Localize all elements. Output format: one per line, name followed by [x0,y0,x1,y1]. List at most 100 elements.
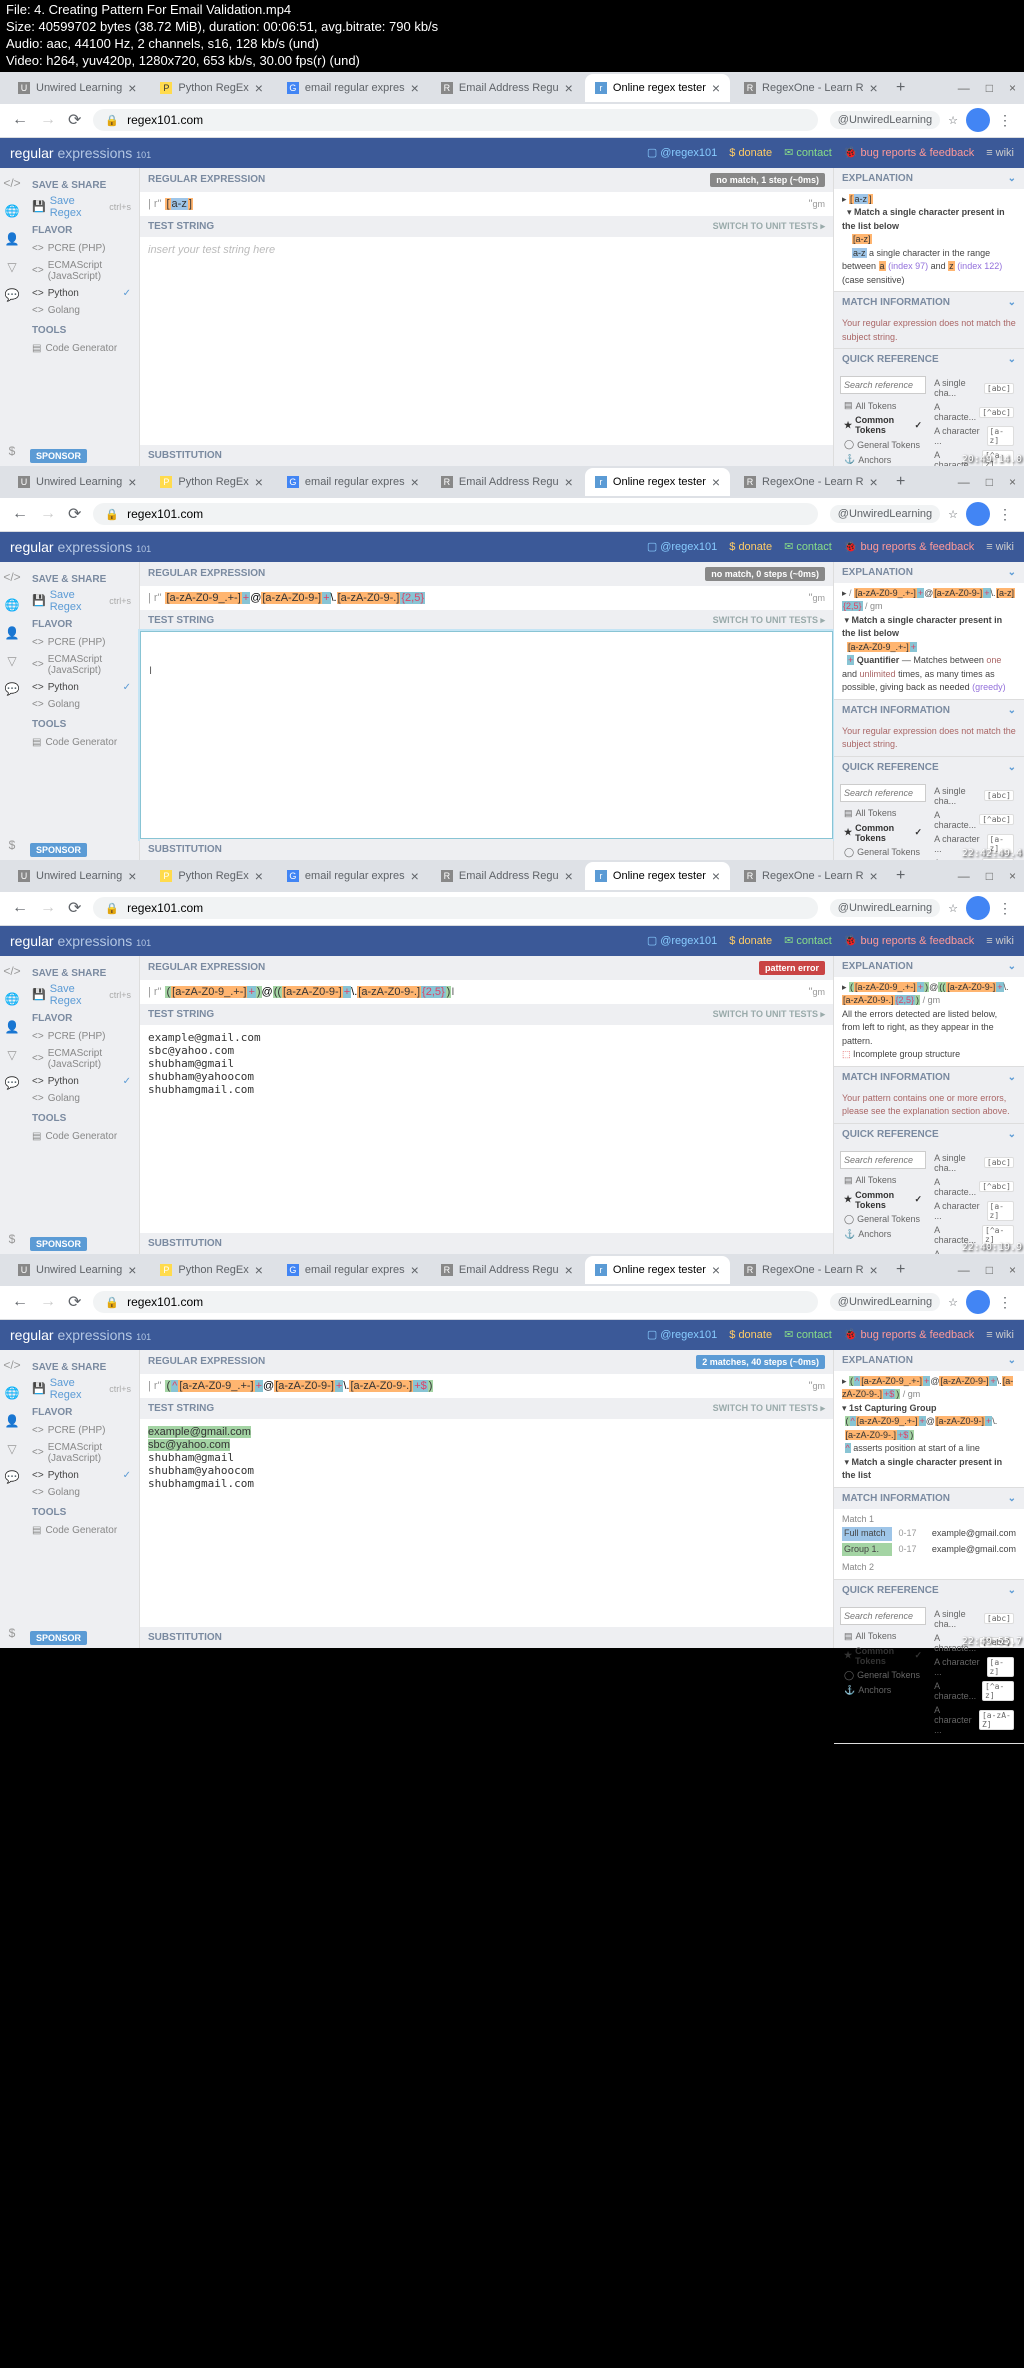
profile-name[interactable]: @UnwiredLearning [830,111,940,129]
tab-active[interactable]: rOnline regex tester× [585,1256,730,1284]
test-input[interactable]: example@gmail.com sbc@yahoo.com shubham@… [140,1025,833,1233]
add-tab-button[interactable]: + [888,79,913,97]
sponsor-badge[interactable]: SPONSOR [30,449,87,463]
ref-item[interactable]: ★ Common Tokens ✓ [840,413,926,437]
tab[interactable]: RRegexOne - Learn R× [734,468,884,496]
tab[interactable]: REmail Address Regu× [431,74,581,102]
url-input[interactable]: 🔒regex101.com [93,503,817,525]
search-reference-input[interactable] [840,376,926,394]
tab[interactable]: PPython RegEx× [150,862,273,890]
chat-icon[interactable]: 💬 [5,288,20,302]
wiki-link[interactable]: ≡ wiki [986,146,1014,159]
file-info-line: Video: h264, yuv420p, 1280x720, 653 kb/s… [6,53,1018,70]
dollar-icon[interactable]: $ [9,444,16,466]
donate-link[interactable]: $ donate [729,146,772,159]
timestamp: 22:49:55.7 [962,1636,1022,1647]
tab[interactable]: Gemail regular expres× [277,74,427,102]
chevron-icon[interactable]: ⌄ [1008,297,1016,308]
tab[interactable]: PPython RegEx× [150,1256,273,1284]
tab[interactable]: PPython RegEx× [150,74,273,102]
close-icon[interactable]: × [712,80,720,96]
avatar[interactable] [966,108,990,132]
close-window-icon[interactable]: × [1009,81,1016,95]
code-icon[interactable]: </> [3,570,20,584]
close-icon[interactable]: × [411,80,419,96]
sponsor-badge[interactable]: SPONSOR [30,1237,87,1251]
back-button[interactable]: ← [12,111,28,129]
flavor-ecma[interactable]: <> ECMAScript (JavaScript) [32,257,131,285]
tab-active[interactable]: rOnline regex tester× [585,862,730,890]
star-icon[interactable]: ☆ [948,114,958,127]
close-icon[interactable]: × [870,80,878,96]
flavor-pcre[interactable]: <> PCRE (PHP) [32,240,131,257]
save-regex-button[interactable]: 💾Save Regexctrl+s [32,195,131,219]
save-regex-button[interactable]: 💾Save Regexctrl+s [32,589,131,613]
forward-button[interactable]: → [40,505,56,523]
back-button[interactable]: ← [12,505,28,523]
minimize-icon[interactable]: — [958,81,970,95]
close-icon[interactable]: × [255,80,263,96]
unit-tests-link[interactable]: SWITCH TO UNIT TESTS ▸ [713,221,825,232]
regex-input[interactable]: | r" ([a-zA-Z0-9_.+-]+)@(([a-zA-Z0-9-]+\… [140,980,833,1004]
user-icon[interactable]: 👤 [5,232,20,246]
close-icon[interactable]: × [565,80,573,96]
filter-icon[interactable]: ▽ [7,260,16,274]
test-input[interactable]: I [140,631,833,839]
regex-input[interactable]: | r" [a-zA-Z0-9_.+-]+@[a-zA-Z0-9-]+\.[a-… [140,586,833,610]
tab-active[interactable]: rOnline regex tester× [585,74,730,102]
chevron-icon[interactable]: ⌄ [1008,173,1016,184]
forward-button[interactable]: → [40,111,56,129]
tab[interactable]: UUnwired Learning× [8,74,146,102]
sponsor-badge[interactable]: SPONSOR [30,843,87,857]
tab[interactable]: RRegexOne - Learn R× [734,74,884,102]
ref-item[interactable]: ◯ General Tokens [840,437,926,452]
test-input[interactable]: insert your test string here [140,237,833,445]
regex-input[interactable]: | r" (^[a-zA-Z0-9_.+-]+@[a-zA-Z0-9-]+\.[… [140,1374,833,1398]
ref-item[interactable]: ▤ All Tokens [840,398,926,413]
tab[interactable]: REmail Address Regu× [431,862,581,890]
tab[interactable]: REmail Address Regu× [431,1256,581,1284]
tab[interactable]: PPython RegEx× [150,468,273,496]
tab[interactable]: UUnwired Learning× [8,468,146,496]
tab[interactable]: Gemail regular expres× [277,1256,427,1284]
regex-input[interactable]: | r" [a-z] "gm [140,192,833,216]
explanation-content: ▸ (^[a-zA-Z0-9_.+-]+@[a-zA-Z0-9-]+\.[a-z… [834,1371,1024,1487]
ref-item[interactable]: A single cha...[abc] [930,376,1018,400]
add-tab-button[interactable]: + [888,473,913,491]
reload-button[interactable]: ⟳ [68,110,81,130]
tab[interactable]: RRegexOne - Learn R× [734,1256,884,1284]
flavor-python[interactable]: <> Python✓ [32,285,131,302]
sponsor-badge[interactable]: SPONSOR [30,1631,87,1645]
reload-button[interactable]: ⟳ [68,504,81,524]
tab[interactable]: UUnwired Learning× [8,1256,146,1284]
timestamp: 22:42:49.4 [962,848,1022,859]
ref-item[interactable]: A characte...[^abc] [930,400,1018,424]
code-generator[interactable]: ▤ Code Generator [32,340,131,357]
tab[interactable]: REmail Address Regu× [431,468,581,496]
flavor-golang[interactable]: <> Golang [32,302,131,319]
tab[interactable]: Gemail regular expres× [277,468,427,496]
timestamp: 20:49:14.0 [962,454,1022,465]
globe-icon[interactable]: 🌐 [5,204,20,218]
tab[interactable]: RRegexOne - Learn R× [734,862,884,890]
maximize-icon[interactable]: □ [986,81,993,95]
menu-icon[interactable]: ⋮ [998,112,1012,129]
file-info-line: Size: 40599702 bytes (38.72 MiB), durati… [6,19,1018,36]
url-input[interactable]: 🔒regex101.com [93,109,817,131]
search-reference-input[interactable] [840,784,926,802]
close-icon[interactable]: × [128,80,136,96]
explanation-content: ▸ / [a-zA-Z0-9_.+-]+@[a-zA-Z0-9-]+\.[a-z… [834,583,1024,699]
check-icon: ✓ [123,288,131,299]
tab-active[interactable]: rOnline regex tester× [585,468,730,496]
timestamp: 22:40:19.9 [962,1242,1022,1253]
ref-item[interactable]: A character ...[a-z] [930,424,1018,448]
twitter-link[interactable]: ▢ @regex101 [647,146,717,159]
bug-link[interactable]: 🐞 bug reports & feedback [844,146,974,159]
tab[interactable]: UUnwired Learning× [8,862,146,890]
explanation-title: EXPLANATION [842,173,913,184]
code-icon[interactable]: </> [3,176,20,190]
contact-link[interactable]: ✉ contact [784,146,832,159]
tab[interactable]: Gemail regular expres× [277,862,427,890]
chevron-icon[interactable]: ⌄ [1008,354,1016,365]
test-input[interactable]: example@gmail.com sbc@yahoo.com shubham@… [140,1419,833,1627]
